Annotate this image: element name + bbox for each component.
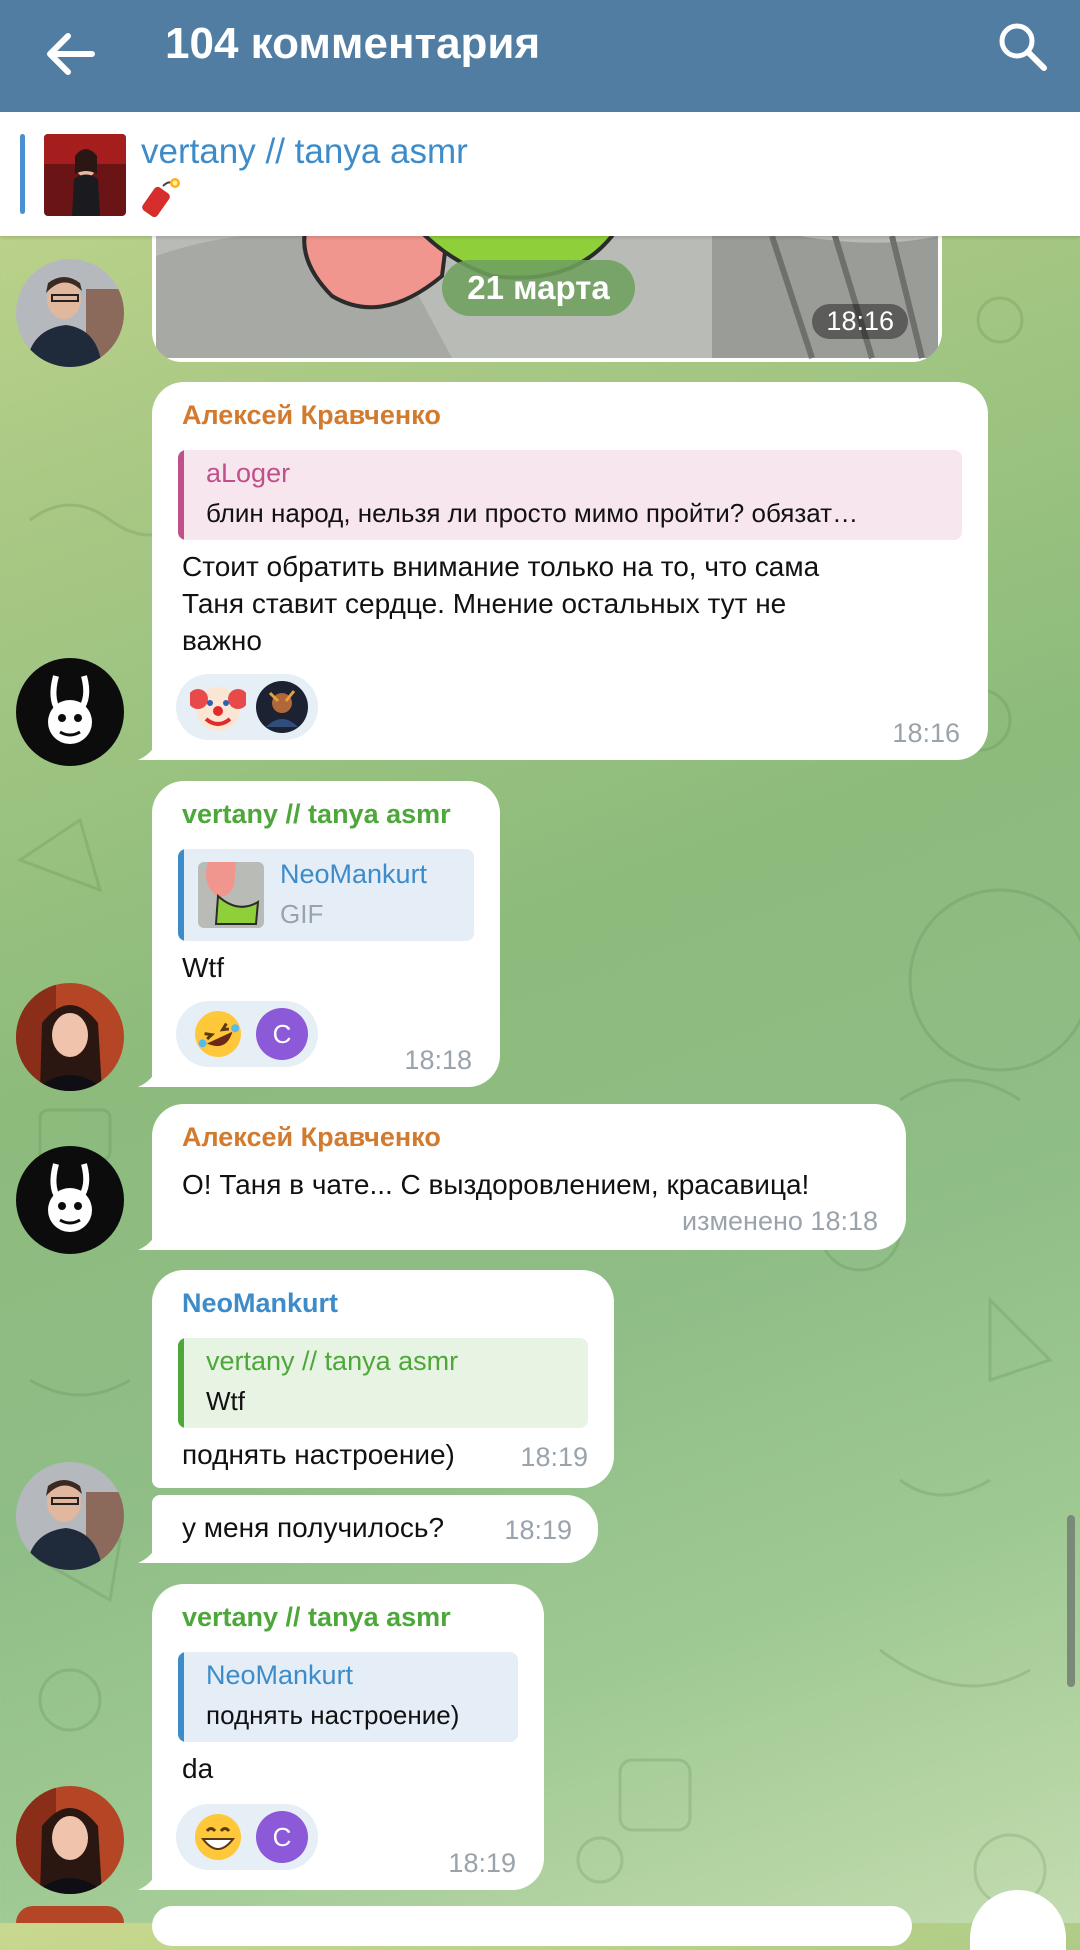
avatar[interactable] [16,1146,124,1254]
date-divider: 21 марта [442,260,635,316]
reply-author: NeoMankurt [280,859,428,889]
scrollbar[interactable] [1067,1515,1075,1687]
bubble-tail [138,1230,158,1250]
message-text: Wtf [182,952,224,983]
pinned-accent-bar [20,134,25,214]
avatar[interactable] [16,1786,124,1894]
message-bubble[interactable]: у меня получилось? 18:19 [138,1495,598,1563]
clown-face-icon[interactable] [190,679,246,735]
search-icon [999,23,1047,71]
arrow-left-icon [47,33,95,75]
message-text: О! Таня в чате... С выздоровлением, крас… [182,1169,810,1200]
message-time: изменено 18:18 [682,1206,878,1237]
gif-thumbnail [198,862,264,928]
page-title: 104 комментария [165,19,541,68]
message-time: 18:16 [812,304,908,339]
message-text-line: Стоит обратить внимание только на то, чт… [182,551,820,582]
reply-quote[interactable]: NeoMankurt поднять настроение) [178,1652,518,1742]
reply-text: блин народ, нельзя ли просто мимо пройти… [206,498,859,528]
message-text-line: важно [182,625,262,656]
reactions-bar[interactable]: C [176,1001,318,1067]
reactions-bar[interactable] [176,674,318,740]
time-value: 18:18 [810,1206,878,1236]
message-text: поднять настроение) [182,1439,455,1470]
sender-name[interactable]: vertany // tanya asmr [182,799,451,830]
message-time: 18:16 [892,718,960,748]
reply-quote[interactable]: aLoger блин народ, нельзя ли просто мимо… [178,450,962,540]
message-bubble-partial[interactable] [152,1906,912,1946]
app-bar: 104 комментария [0,0,1080,112]
sender-name[interactable]: Алексей Кравченко [182,1122,441,1153]
reply-author: aLoger [206,458,291,488]
message-time: 18:19 [504,1515,572,1545]
bubble-tail [138,740,158,760]
reply-quote[interactable]: NeoMankurt GIF [178,849,474,941]
message-bubble[interactable]: Алексей Кравченко aLoger блин народ, нел… [138,382,988,760]
message-bubble[interactable]: NeoMankurt vertany // tanya asmr Wtf под… [152,1270,614,1488]
bubble-tail [138,1543,158,1563]
reply-text: Wtf [206,1386,245,1416]
bubble-tail [138,1870,158,1890]
bubble-tail [138,1067,158,1087]
message-bubble[interactable]: Алексей Кравченко О! Таня в чате... С вы… [138,1104,906,1250]
avatar[interactable] [16,1462,124,1570]
user-avatar[interactable] [256,681,308,733]
edited-label: изменено [682,1206,803,1236]
sender-name[interactable]: NeoMankurt [182,1288,338,1319]
reply-text: GIF [280,899,324,929]
channel-name: vertany // tanya asmr [141,132,468,171]
reactions-bar[interactable]: C [176,1804,318,1870]
sender-name[interactable]: Алексей Кравченко [182,400,441,431]
avatar[interactable] [16,983,124,1091]
message-bubble[interactable]: vertany // tanya asmr NeoMankurt GIF Wtf… [138,781,500,1087]
message-time: 18:18 [404,1045,472,1075]
search-button[interactable] [990,14,1054,78]
message-time: 18:19 [448,1848,516,1878]
message-text: da [182,1753,214,1784]
sender-name[interactable]: vertany // tanya asmr [182,1602,451,1633]
pinned-channel-header[interactable]: vertany // tanya asmr [0,112,1080,236]
grinning-face-icon[interactable] [190,1809,246,1865]
user-avatar[interactable]: C [256,1811,308,1863]
reply-author: NeoMankurt [206,1660,354,1690]
reply-quote[interactable]: vertany // tanya asmr Wtf [178,1338,588,1428]
avatar[interactable] [16,259,124,367]
rolling-laughing-icon[interactable] [190,1006,246,1062]
message-time: 18:19 [520,1442,588,1472]
user-avatar[interactable]: C [256,1008,308,1060]
message-text: у меня получилось? [182,1512,445,1543]
reply-text: поднять настроение) [206,1700,460,1730]
reply-author: vertany // tanya asmr [206,1346,459,1376]
channel-thumbnail [44,134,126,216]
dynamite-icon [141,174,185,218]
message-text-line: Таня ставит сердце. Мнение остальных тут… [182,588,787,619]
avatar[interactable] [16,658,124,766]
avatar[interactable] [16,1906,124,1923]
back-button[interactable] [38,22,102,86]
message-bubble[interactable]: vertany // tanya asmr NeoMankurt поднять… [138,1584,544,1890]
